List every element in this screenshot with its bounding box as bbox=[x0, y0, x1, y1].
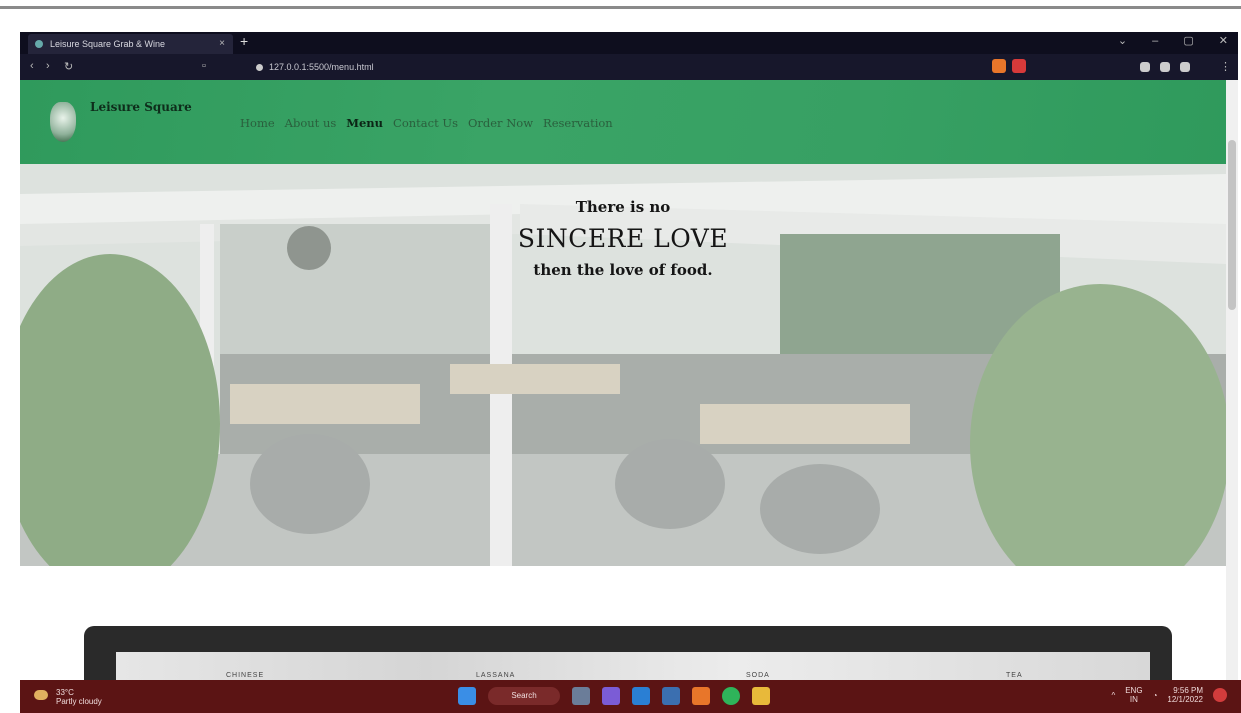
brand-name[interactable]: Leisure Square bbox=[90, 100, 192, 114]
start-icon[interactable] bbox=[458, 687, 476, 705]
brave-rewards-icon[interactable] bbox=[1012, 59, 1026, 73]
bookmark-icon[interactable]: ▫ bbox=[202, 60, 206, 72]
system-tray: ^ ENG IN ◔ 9:56 PM 12/1/2022 bbox=[1111, 686, 1227, 704]
window-controls: ⌄ – ▢ ✕ bbox=[1096, 34, 1228, 47]
brave-shield-icon[interactable] bbox=[992, 59, 1006, 73]
wifi-icon[interactable]: ◔ bbox=[1153, 691, 1158, 700]
minimize-button[interactable]: – bbox=[1152, 35, 1158, 47]
close-window-button[interactable]: ✕ bbox=[1219, 35, 1228, 47]
maximize-button[interactable]: ▢ bbox=[1183, 35, 1193, 47]
site-info-icon[interactable] bbox=[256, 64, 263, 72]
taskbar-apps: Search bbox=[458, 687, 770, 705]
tab-title: Leisure Square Grab & Wine bbox=[50, 39, 166, 49]
task-view-icon[interactable] bbox=[572, 687, 590, 705]
page-scrollbar[interactable] bbox=[1226, 80, 1238, 713]
weather-icon bbox=[34, 690, 48, 700]
logo-icon[interactable] bbox=[50, 102, 76, 142]
weather-temp: 33°C bbox=[56, 688, 74, 697]
url-field[interactable]: 127.0.0.1:5500/menu.html bbox=[256, 59, 856, 75]
sidebar-icon[interactable] bbox=[1160, 62, 1170, 72]
hero-line-1: There is no bbox=[575, 198, 671, 216]
scrollbar-thumb[interactable] bbox=[1228, 140, 1236, 310]
new-tab-button[interactable]: + bbox=[240, 33, 248, 49]
browser-tab[interactable]: Leisure Square Grab & Wine × bbox=[28, 34, 233, 54]
hero-quote: There is no SINCERE LOVE then the love o… bbox=[20, 198, 1226, 279]
menu-category[interactable]: SODA bbox=[746, 672, 770, 679]
tab-bar: Leisure Square Grab & Wine × + ⌄ – ▢ ✕ bbox=[20, 32, 1238, 54]
menu-category[interactable]: TEA bbox=[1006, 672, 1023, 679]
back-icon[interactable]: ‹ bbox=[30, 60, 34, 72]
forward-icon[interactable]: › bbox=[46, 60, 50, 72]
hero-banner: There is no SINCERE LOVE then the love o… bbox=[20, 164, 1226, 566]
weather-desc: Partly cloudy bbox=[56, 697, 102, 706]
vscode-icon[interactable] bbox=[632, 687, 650, 705]
nav-order[interactable]: Order Now bbox=[468, 116, 533, 130]
taskbar: 33°C Partly cloudy Search ^ ENG IN ◔ 9:5… bbox=[20, 680, 1241, 713]
chat-icon[interactable] bbox=[602, 687, 620, 705]
top-divider bbox=[0, 6, 1241, 9]
close-tab-icon[interactable]: × bbox=[219, 34, 225, 54]
clock-date: 12/1/2022 bbox=[1167, 695, 1203, 704]
language-label: ENG bbox=[1125, 686, 1143, 695]
tray-chevron-icon[interactable]: ^ bbox=[1111, 691, 1115, 700]
nav-home[interactable]: Home bbox=[240, 116, 275, 130]
clock-time: 9:56 PM bbox=[1173, 686, 1203, 695]
nav-reservation[interactable]: Reservation bbox=[543, 116, 613, 130]
tab-search-icon[interactable]: ⌄ bbox=[1118, 35, 1127, 47]
nav-contact[interactable]: Contact Us bbox=[393, 116, 458, 130]
notification-icon[interactable] bbox=[1213, 688, 1227, 702]
taskbar-search[interactable]: Search bbox=[488, 687, 560, 705]
language-indicator[interactable]: ENG IN bbox=[1125, 686, 1142, 704]
extensions-icon[interactable] bbox=[1140, 62, 1150, 72]
store-icon[interactable] bbox=[662, 687, 680, 705]
hero-line-3: then the love of food. bbox=[533, 261, 713, 279]
menu-category[interactable]: LASSANA bbox=[476, 672, 515, 679]
web-page: Leisure Square Home About us Menu Contac… bbox=[20, 80, 1226, 713]
weather-widget[interactable]: 33°C Partly cloudy bbox=[34, 688, 102, 706]
menu-category[interactable]: CHINESE bbox=[226, 672, 264, 679]
main-nav: Home About us Menu Contact Us Order Now … bbox=[240, 116, 613, 130]
whatsapp-icon[interactable] bbox=[722, 687, 740, 705]
nav-menu[interactable]: Menu bbox=[346, 116, 383, 130]
clock[interactable]: 9:56 PM 12/1/2022 bbox=[1167, 686, 1203, 704]
browser-menu-icon[interactable]: ⋮ bbox=[1220, 60, 1231, 73]
file-explorer-icon[interactable] bbox=[752, 687, 770, 705]
wallet-icon[interactable] bbox=[1180, 62, 1190, 72]
brave-icon[interactable] bbox=[692, 687, 710, 705]
browser-window: Leisure Square Grab & Wine × + ⌄ – ▢ ✕ ‹… bbox=[20, 32, 1238, 713]
reload-icon[interactable]: ↻ bbox=[64, 60, 73, 73]
site-header: Leisure Square Home About us Menu Contac… bbox=[20, 80, 1226, 164]
nav-about[interactable]: About us bbox=[285, 116, 337, 130]
url-text: 127.0.0.1:5500/menu.html bbox=[269, 62, 374, 72]
favicon-icon bbox=[35, 40, 43, 48]
hero-line-2: SINCERE LOVE bbox=[517, 224, 729, 253]
address-bar: ‹ › ↻ ▫ 127.0.0.1:5500/menu.html ⋮ bbox=[20, 54, 1238, 80]
language-region: IN bbox=[1129, 695, 1138, 704]
